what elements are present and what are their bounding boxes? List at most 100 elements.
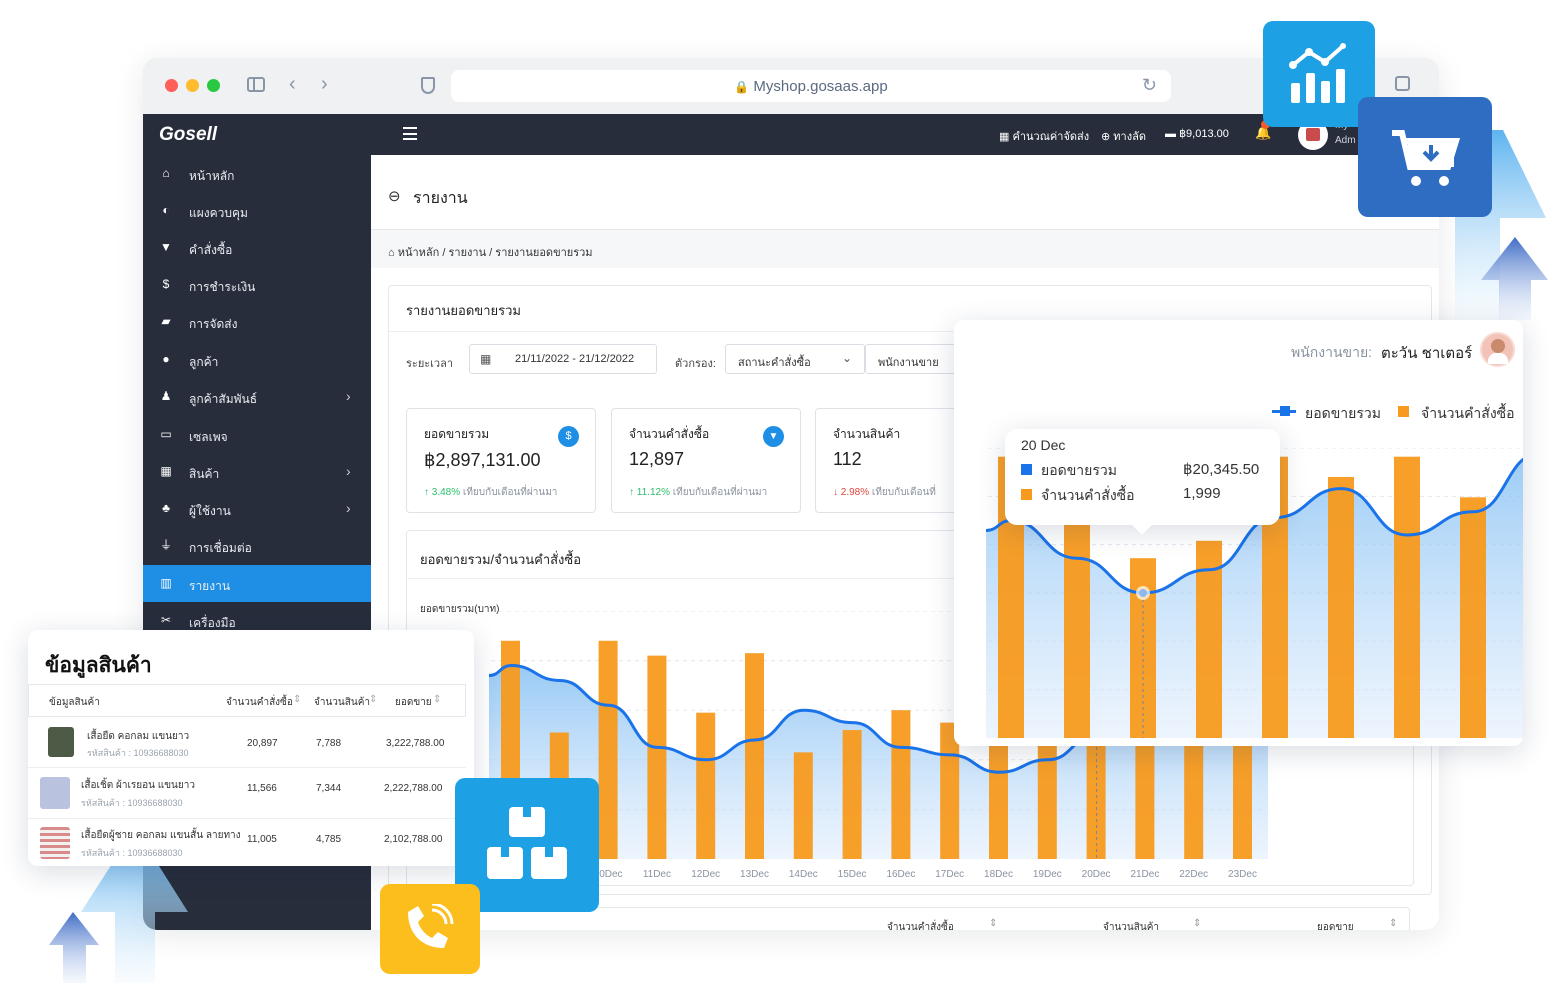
stat-value: 112 xyxy=(833,449,862,469)
forward-arrow-icon[interactable]: › xyxy=(321,73,328,96)
sidebar-toggle-icon[interactable] xyxy=(247,77,265,92)
x-tick-label: 15Dec xyxy=(838,869,867,880)
sidebar-item-orders[interactable]: ▼ คำสั่งซื้อ xyxy=(143,229,371,266)
plus-circle-icon: ⊕ xyxy=(1101,131,1111,143)
table-row[interactable]: เสื้อยืดผู้ชาย คอกลม แขนสั้น ลายทาง รหัส… xyxy=(28,819,466,866)
back-circle-icon[interactable]: ⊖ xyxy=(388,187,401,205)
url-bar[interactable]: 🔒 Myshop.gosaas.app ↻ xyxy=(451,70,1171,102)
users-icon: ● xyxy=(162,352,170,366)
cart-icon: ▼ xyxy=(160,240,172,254)
cart-icon: ▼ xyxy=(763,426,784,447)
order-bar xyxy=(989,739,1008,859)
avatar-face xyxy=(1491,339,1505,353)
tooltip-date: 20 Dec xyxy=(1021,437,1066,453)
wallet-icon: ▬ xyxy=(1165,128,1176,140)
plug-icon: ⏚ xyxy=(159,538,172,552)
phone-call-icon xyxy=(408,904,454,948)
order-status-select[interactable]: สถานะคำสั่งซื้อ ⌄ xyxy=(725,344,865,374)
sidebar-item-salespage[interactable]: ▭ เซลเพจ xyxy=(143,416,371,453)
stat-title: จำนวนคำสั่งซื้อ xyxy=(629,427,710,441)
sidebar-item-dashboard[interactable]: ◐ แผงควบคุม xyxy=(143,192,371,229)
sort-icon[interactable]: ⇕ xyxy=(1389,918,1397,929)
order-bar xyxy=(793,752,813,859)
sales-amount: 2,102,788.00 xyxy=(384,834,443,845)
product-qty: 7,788 xyxy=(316,738,342,749)
line-chart-icon xyxy=(1289,43,1346,103)
order-bar xyxy=(1064,517,1090,738)
back-arrow-icon[interactable]: ‹ xyxy=(289,73,296,96)
user-group-icon: ♣ xyxy=(162,501,170,515)
gosell-logo[interactable]: Gosell xyxy=(159,124,217,146)
col-header-orders[interactable]: จำนวนคำสั่งซื้อ xyxy=(226,695,293,710)
order-count: 11,005 xyxy=(247,834,277,845)
legend-marker-sales xyxy=(1280,406,1290,416)
sort-icon[interactable]: ⇕ xyxy=(433,694,441,705)
user-tie-icon: ♟ xyxy=(160,389,172,403)
sort-icon[interactable]: ⇕ xyxy=(989,918,997,929)
product-sku: รหัสสินค้า : 10936688030 xyxy=(87,748,189,758)
close-window-button[interactable] xyxy=(165,79,178,92)
sort-icon[interactable]: ⇕ xyxy=(1193,918,1201,929)
arrow-up-icon: ↑ xyxy=(629,487,634,498)
salesperson-chart-card: พนักงานขาย: ตะวัน ชาเตอร์ ยอดขายรวม จำนว… xyxy=(954,320,1523,746)
col-header-qty[interactable]: จำนวนสินค้า xyxy=(1103,920,1159,930)
x-tick-label: 13Dec xyxy=(740,869,769,880)
order-count: 11,566 xyxy=(247,783,277,794)
col-header-sales[interactable]: ยอดขาย xyxy=(395,695,432,710)
wallet-balance[interactable]: ▬ ฿9,013.00 xyxy=(1165,127,1229,140)
reload-icon[interactable]: ↻ xyxy=(1142,75,1157,96)
top-navbar: Gosell ▦ คำนวณค่าจัดส่ง ⊕ ทางลัด ▬ ฿9,01… xyxy=(143,114,1439,155)
sidebar-item-products[interactable]: ▦ สินค้า › xyxy=(143,453,371,490)
product-thumbnail xyxy=(48,727,74,757)
x-tick-label: 20Dec xyxy=(1082,869,1111,880)
hamburger-menu-icon[interactable] xyxy=(403,127,417,140)
sidebar-item-crm[interactable]: ♟ ลูกค้าสัมพันธ์ › xyxy=(143,378,371,415)
stat-title: จำนวนสินค้า xyxy=(833,427,901,441)
salesperson-avatar[interactable] xyxy=(1480,332,1515,367)
shield-icon[interactable] xyxy=(421,77,435,94)
chevron-right-icon: › xyxy=(346,463,351,479)
chart-icon: ▥ xyxy=(160,576,172,590)
shipping-calc-link[interactable]: ▦ คำนวณค่าจัดส่ง xyxy=(999,127,1089,145)
minimize-window-button[interactable] xyxy=(186,79,199,92)
date-range-picker[interactable]: ▦ 21/11/2022 - 21/12/2022 xyxy=(469,344,657,374)
sales-amount: 3,222,788.00 xyxy=(386,738,445,749)
sidebar-item-shipping[interactable]: ▰ การจัดส่ง xyxy=(143,303,371,340)
order-bar xyxy=(598,640,618,859)
sidebar-item-customers[interactable]: ● ลูกค้า xyxy=(143,341,371,378)
sidebar-item-integrations[interactable]: ⏚ การเชื่อมต่อ xyxy=(143,527,371,564)
order-bar xyxy=(1328,477,1354,738)
legend-label-sales: ยอดขายรวม xyxy=(1305,405,1381,421)
product-name: เสื้อยืดผู้ชาย คอกลม แขนสั้น ลายทาง xyxy=(81,830,241,841)
table-row[interactable]: เสื้อยืด คอกลม แขนยาว รหัสสินค้า : 10936… xyxy=(28,717,466,767)
col-header-orders[interactable]: จำนวนคำสั่งซื้อ xyxy=(887,920,954,930)
sort-icon[interactable]: ⇕ xyxy=(293,694,301,705)
panel-title: ข้อมูลสินค้า xyxy=(45,654,152,677)
order-bar xyxy=(842,730,862,859)
lock-icon: 🔒 xyxy=(734,80,750,94)
truck-icon: ▰ xyxy=(161,314,171,328)
sidebar-item-payments[interactable]: $ การชำระเงิน xyxy=(143,266,371,303)
breadcrumb-reports[interactable]: รายงาน xyxy=(449,247,487,259)
tabs-overview-icon[interactable] xyxy=(1395,76,1410,91)
sidebar-item-reports[interactable]: ▥ รายงาน xyxy=(143,565,371,602)
legend-label-orders: จำนวนคำสั่งซื้อ xyxy=(1421,405,1515,421)
tooltip-orders-value: 1,999 xyxy=(1183,485,1221,502)
calculator-icon: ▦ xyxy=(999,131,1010,143)
stat-change: ↑ 11.12% เทียบกับเดือนที่ผ่านมา xyxy=(629,487,768,498)
calendar-icon: ▦ xyxy=(480,352,492,366)
sidebar-item-home[interactable]: ⌂ หน้าหลัก xyxy=(143,155,371,192)
col-header-qty[interactable]: จำนวนสินค้า xyxy=(314,695,370,710)
sidebar-item-users[interactable]: ♣ ผู้ใช้งาน › xyxy=(143,490,371,527)
shortcut-link[interactable]: ⊕ ทางลัด xyxy=(1101,127,1146,145)
stat-change: ↓ 2.98% เทียบกับเดือนที่ xyxy=(833,487,936,498)
breadcrumb: ⌂ หน้าหลัก / รายงาน / รายงานยอดขายรวม xyxy=(388,247,593,259)
maximize-window-button[interactable] xyxy=(207,79,220,92)
salesperson-select[interactable]: พนักงานขาย xyxy=(865,344,965,374)
filter-label: ตัวกรอง: xyxy=(675,358,716,370)
col-header-sales[interactable]: ยอดขาย xyxy=(1317,920,1354,930)
col-header-product[interactable]: ข้อมูลสินค้า xyxy=(49,695,100,710)
table-row[interactable]: เสื้อเชิ้ต ผ้าเรยอน แขนยาว รหัสสินค้า : … xyxy=(28,768,466,818)
sort-icon[interactable]: ⇕ xyxy=(369,694,377,705)
breadcrumb-home[interactable]: หน้าหลัก xyxy=(398,247,440,259)
